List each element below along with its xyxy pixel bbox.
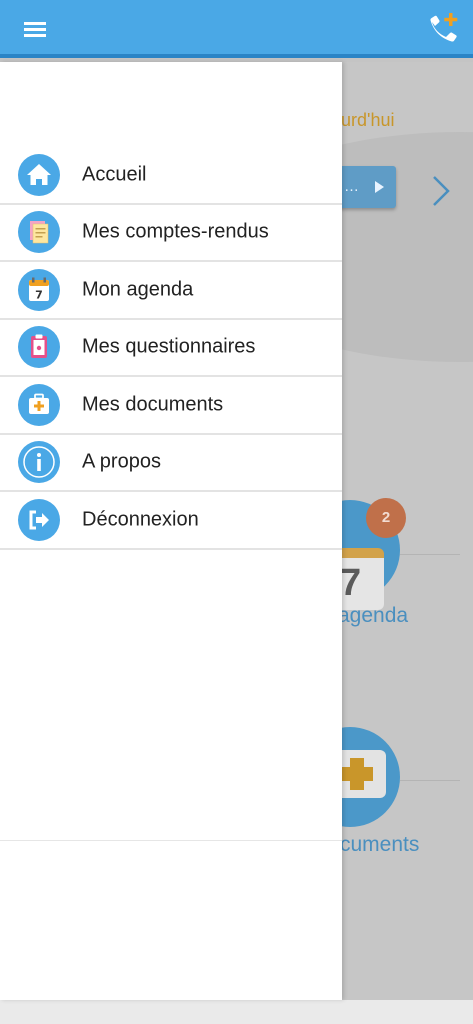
clipboard-icon: [18, 326, 60, 369]
documents-label: cuments: [340, 833, 420, 856]
pill-text: …: [344, 178, 359, 195]
play-arrow-icon: [375, 181, 384, 193]
menu-item-a-propos[interactable]: A propos: [0, 435, 342, 492]
menu-item-agenda[interactable]: 7 Mon agenda: [0, 262, 342, 320]
menu-item-comptes-rendus[interactable]: Mes comptes-rendus: [0, 205, 342, 262]
agenda-badge: 2: [366, 498, 406, 538]
menu-item-label: Accueil: [82, 163, 147, 186]
menu-item-deconnexion[interactable]: Déconnexion: [0, 492, 342, 550]
menu-item-label: Mes comptes-rendus: [82, 220, 269, 243]
menu-item-label: Déconnexion: [82, 508, 199, 531]
menu-item-documents[interactable]: Mes documents: [0, 377, 342, 435]
menu-item-accueil[interactable]: Accueil: [0, 147, 342, 205]
app-header: [0, 0, 473, 58]
agenda-label: agenda: [338, 604, 409, 627]
medical-kit-icon: [18, 383, 60, 426]
menu-item-label: Mes questionnaires: [82, 335, 256, 358]
bottom-bar: [0, 1000, 473, 1024]
divider-line: [400, 554, 460, 555]
hamburger-menu-icon[interactable]: [18, 18, 52, 42]
drawer-divider: [0, 840, 342, 841]
navigation-drawer: Accueil Mes comptes-rendus 7 Mon agenda …: [0, 62, 342, 1000]
info-icon: [18, 441, 60, 484]
divider-line: [400, 780, 460, 781]
drawer-menu: Accueil Mes comptes-rendus 7 Mon agenda …: [0, 147, 342, 550]
document-stack-icon: [18, 211, 60, 254]
home-icon: [18, 153, 60, 196]
svg-text:7: 7: [35, 288, 43, 301]
calendar-digit: 7: [340, 562, 362, 604]
chevron-right-icon: [426, 174, 456, 208]
logout-icon: [18, 498, 60, 541]
menu-item-label: Mon agenda: [82, 278, 194, 301]
calendar-icon: 7: [18, 268, 60, 311]
menu-item-questionnaires[interactable]: Mes questionnaires: [0, 320, 342, 377]
menu-item-label: A propos: [82, 450, 161, 473]
phone-add-icon[interactable]: [425, 10, 461, 46]
today-appointment-button: …: [336, 166, 396, 208]
menu-item-label: Mes documents: [82, 393, 224, 416]
